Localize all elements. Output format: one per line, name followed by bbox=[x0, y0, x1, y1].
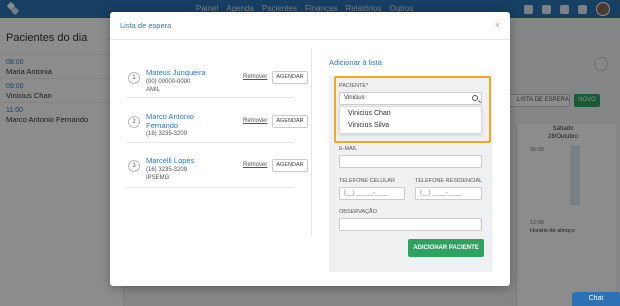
divider bbox=[126, 97, 294, 98]
close-icon[interactable]: × bbox=[495, 20, 500, 30]
divider bbox=[126, 187, 294, 188]
schedule-button[interactable]: AGENDAR bbox=[272, 115, 308, 128]
waitlist-item: 1 Mateus Junqueira (00) 00000-0000 AMIL … bbox=[126, 66, 308, 110]
focus-highlight bbox=[334, 76, 491, 143]
item-number: 3 bbox=[128, 160, 140, 172]
waitlist-modal: Lista de espera × 1 Mateus Junqueira (00… bbox=[110, 12, 510, 286]
remove-link[interactable]: Remover bbox=[243, 162, 267, 168]
patient-name-link[interactable]: Mateus Junqueira bbox=[146, 68, 226, 77]
divider bbox=[126, 142, 294, 143]
add-to-list-title: Adicionar à lista bbox=[329, 58, 382, 67]
remove-link[interactable]: Remover bbox=[243, 118, 267, 124]
observation-field[interactable] bbox=[339, 218, 482, 231]
patient-name-link[interactable]: Marco Antonio Fernando bbox=[146, 112, 226, 130]
home-phone-label: TELEFONE RESIDENCIAL bbox=[415, 178, 483, 184]
patient-plan: IPSEMG bbox=[146, 175, 170, 181]
patient-phone: (00) 00000-0000 bbox=[146, 79, 191, 85]
email-field[interactable] bbox=[339, 155, 482, 168]
item-number: 1 bbox=[128, 72, 140, 84]
schedule-button[interactable]: AGENDAR bbox=[272, 159, 308, 172]
modal-title: Lista de espera bbox=[120, 21, 172, 30]
modal-header: Lista de espera × bbox=[110, 12, 510, 40]
item-number: 2 bbox=[128, 116, 140, 128]
column-divider bbox=[311, 48, 312, 236]
remove-link[interactable]: Remover bbox=[243, 74, 267, 80]
patient-plan: AMIL bbox=[146, 87, 161, 93]
email-label: E-MAIL bbox=[339, 146, 358, 152]
chat-button[interactable]: Chat bbox=[572, 292, 620, 306]
add-patient-button[interactable]: ADICIONAR PACIENTE bbox=[408, 239, 484, 257]
home-phone-field[interactable]: (__) ____-____ bbox=[415, 187, 482, 200]
patient-name-link[interactable]: Marcelli Lopes bbox=[146, 156, 226, 165]
cell-phone-label: TELEFONE CELULAR bbox=[339, 178, 395, 184]
waitlist-item: 2 Marco Antonio Fernando (16) 3235-3209 … bbox=[126, 110, 308, 154]
cell-phone-field[interactable]: (__) _____-____ bbox=[339, 187, 405, 200]
waitlist-item: 3 Marcelli Lopes (16) 3235-3209 IPSEMG R… bbox=[126, 154, 308, 198]
observation-label: OBSERVAÇÃO bbox=[339, 209, 378, 215]
patient-phone: (16) 3235-3209 bbox=[146, 167, 188, 173]
schedule-button[interactable]: AGENDAR bbox=[272, 71, 308, 84]
patient-phone: (16) 3235-3209 bbox=[146, 131, 188, 137]
